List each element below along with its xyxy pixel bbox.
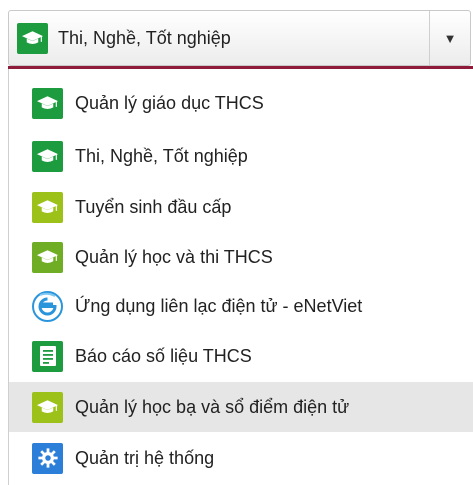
gear-icon [32,442,63,474]
menu-item-label: Thi, Nghề, Tốt nghiệp [75,145,248,166]
menu-item-quan-ly-hoc-ba-so-diem[interactable]: Quản lý học bạ và sổ điểm điện tử [9,382,473,432]
graduation-cap-icon [32,391,63,423]
graduation-cap-icon [32,241,63,273]
graduation-cap-icon [17,22,48,54]
menu-item-enetviet[interactable]: Ứng dụng liên lạc điện tử - eNetViet [9,281,473,331]
menu-item-tuyen-sinh-dau-cap[interactable]: Tuyển sinh đầu cấp [9,182,473,232]
document-icon [32,340,63,372]
menu-item-label: Ứng dụng liên lạc điện tử - eNetViet [75,295,363,316]
graduation-cap-icon [32,140,63,172]
enetviet-logo-icon [32,290,63,322]
module-dropdown-menu: Quản lý giáo dục THCS Thi, Nghề, Tốt ngh… [8,69,473,485]
graduation-cap-icon [32,87,63,119]
module-select[interactable]: Thi, Nghề, Tốt nghiệp ▼ [8,10,471,66]
menu-item-bao-cao-so-lieu-thcs[interactable]: Báo cáo số liệu THCS [9,331,473,381]
menu-item-label: Quản trị hệ thống [75,447,215,468]
menu-item-label: Quản lý giáo dục THCS [75,92,264,113]
menu-item-quan-ly-hoc-va-thi-thcs[interactable]: Quản lý học và thi THCS [9,232,473,282]
menu-item-thi-nghe-tot-nghiep[interactable]: Thi, Nghề, Tốt nghiệp [9,131,473,181]
menu-item-label: Quản lý học bạ và sổ điểm điện tử [75,396,350,417]
menu-item-label: Quản lý học và thi THCS [75,246,273,267]
menu-item-label: Báo cáo số liệu THCS [75,345,252,366]
dropdown-arrow-button[interactable]: ▼ [429,11,470,65]
menu-item-label: Tuyển sinh đầu cấp [75,196,232,217]
selected-module-label: Thi, Nghề, Tốt nghiệp [58,27,231,48]
graduation-cap-icon [32,191,63,223]
menu-item-quan-tri-he-thong[interactable]: Quản trị hệ thống [9,433,473,483]
menu-item-quan-ly-giao-duc-thcs[interactable]: Quản lý giáo dục THCS [9,78,473,128]
